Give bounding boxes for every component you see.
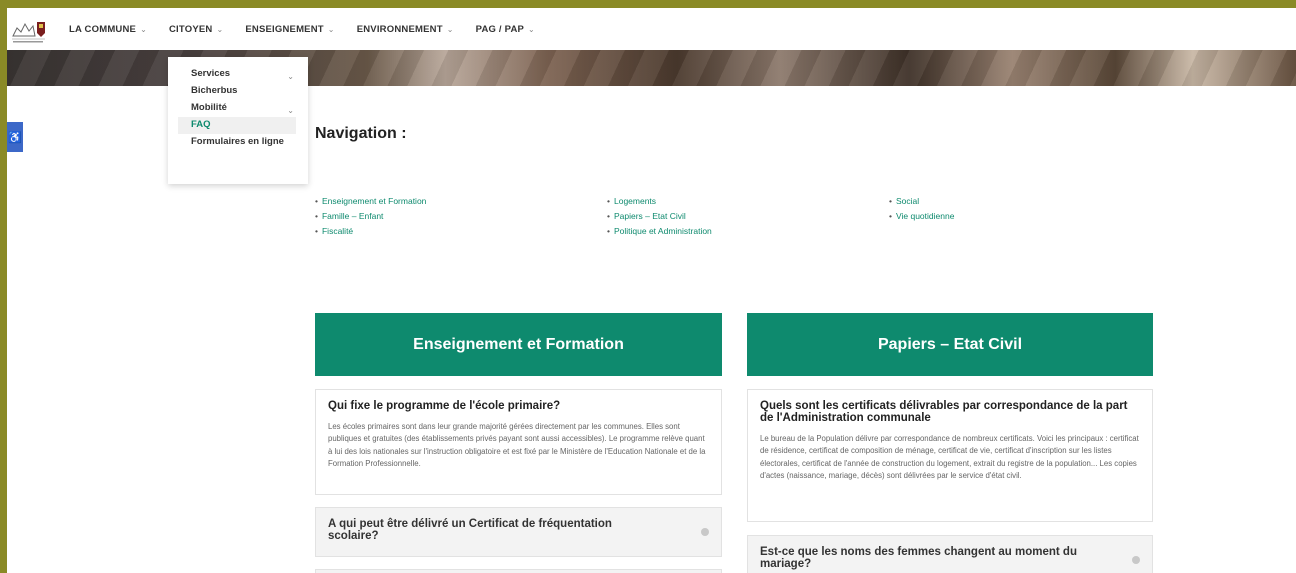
nav-link-social[interactable]: Social	[889, 194, 954, 209]
nav-environnement[interactable]: ENVIRONNEMENT ⌄	[357, 24, 454, 35]
chevron-down-icon: ⌄	[327, 24, 335, 34]
section-header-enseignement: Enseignement et Formation	[315, 313, 722, 376]
faq-item-collapsed-partial[interactable]	[315, 569, 722, 573]
faq-answer: Les écoles primaires sont dans leur gran…	[328, 422, 706, 468]
navigation-links-column-3: Social Vie quotidienne	[889, 194, 954, 224]
chevron-down-icon: ⌄	[528, 24, 535, 34]
chevron-down-icon: ⌄	[216, 24, 224, 34]
nav-link-logements[interactable]: Logements	[607, 194, 712, 209]
chevron-down-icon: ⌄	[446, 24, 454, 34]
nav-link-vie-quotidienne[interactable]: Vie quotidienne	[889, 209, 954, 224]
nav-link-fiscalite[interactable]: Fiscalité	[315, 224, 426, 239]
dropdown-item-label: Mobilité	[191, 102, 227, 113]
section-title: Papiers – Etat Civil	[877, 335, 1023, 353]
navigation-links-column-1: Enseignement et Formation Famille – Enfa…	[315, 194, 426, 239]
nav-label: ENVIRONNEMENT	[356, 23, 443, 35]
nav-link-politique-administration[interactable]: Politique et Administration	[607, 224, 712, 239]
chevron-down-icon: ⌄	[140, 24, 147, 34]
section-header-papiers: Papiers – Etat Civil	[747, 313, 1153, 376]
chevron-down-icon: ⌄	[287, 72, 294, 81]
dropdown-item-faq[interactable]: FAQ	[178, 117, 296, 134]
faq-question: Est-ce que les noms des femmes changent …	[760, 546, 1077, 570]
nav-label: ENSEIGNEMENT	[245, 23, 324, 35]
nav-link-enseignement-formation[interactable]: Enseignement et Formation	[315, 194, 426, 209]
expand-toggle-icon[interactable]	[701, 528, 709, 536]
dropdown-item-label: Formulaires en ligne	[191, 136, 284, 147]
dropdown-item-label: Bicherbus	[191, 85, 238, 96]
wheelchair-icon: ♿	[8, 131, 22, 144]
nav-enseignement[interactable]: ENSEIGNEMENT ⌄	[245, 24, 334, 35]
dropdown-item-services[interactable]: Services ⌄	[168, 66, 308, 83]
top-navigation: LA COMMUNE ⌄ CITOYEN ⌄ ENSEIGNEMENT ⌄ EN…	[7, 8, 1296, 50]
nav-link-papiers-etat-civil[interactable]: Papiers – Etat Civil	[607, 209, 712, 224]
nav-link-famille-enfant[interactable]: Famille – Enfant	[315, 209, 426, 224]
accessibility-button[interactable]: ♿	[7, 122, 23, 152]
faq-item-collapsed[interactable]: Est-ce que les noms des femmes changent …	[747, 535, 1153, 573]
nav-label: LA COMMUNE	[69, 23, 137, 35]
nav-label: PAG / PAP	[475, 23, 525, 35]
faq-item-collapsed[interactable]: A qui peut être délivré un Certificat de…	[315, 507, 722, 557]
navigation-heading: Navigation :	[315, 125, 407, 142]
faq-item-open: Quels sont les certificats délivrables p…	[747, 389, 1153, 522]
main-menu: LA COMMUNE ⌄ CITOYEN ⌄ ENSEIGNEMENT ⌄ EN…	[69, 8, 557, 50]
nav-la-commune[interactable]: LA COMMUNE ⌄	[69, 24, 147, 35]
nav-label: CITOYEN	[169, 23, 213, 35]
dropdown-item-label: FAQ	[191, 119, 211, 130]
dropdown-item-bicherbus[interactable]: Bicherbus	[168, 83, 308, 100]
dropdown-item-formulaires[interactable]: Formulaires en ligne	[168, 134, 308, 151]
citoyen-dropdown-menu: Services ⌄ Bicherbus Mobilité ⌄ FAQ Form…	[168, 57, 308, 184]
faq-question[interactable]: Quels sont les certificats délivrables p…	[760, 400, 1140, 424]
section-title: Enseignement et Formation	[413, 335, 624, 353]
nav-pag-pap[interactable]: PAG / PAP ⌄	[476, 24, 535, 35]
expand-toggle-icon[interactable]	[1132, 556, 1140, 564]
faq-question: A qui peut être délivré un Certificat de…	[328, 518, 612, 542]
dropdown-item-label: Services	[191, 68, 231, 79]
faq-question[interactable]: Qui fixe le programme de l'école primair…	[328, 400, 709, 412]
navigation-links-column-2: Logements Papiers – Etat Civil Politique…	[607, 194, 712, 239]
dropdown-item-mobilite[interactable]: Mobilité ⌄	[168, 100, 308, 117]
commune-logo[interactable]	[9, 12, 47, 46]
chevron-down-icon: ⌄	[287, 106, 294, 115]
faq-item-open: Qui fixe le programme de l'école primair…	[315, 389, 722, 495]
faq-answer: Le bureau de la Population délivre par c…	[760, 434, 1139, 480]
nav-citoyen[interactable]: CITOYEN ⌄	[169, 24, 223, 35]
page: LA COMMUNE ⌄ CITOYEN ⌄ ENSEIGNEMENT ⌄ EN…	[7, 8, 1296, 573]
